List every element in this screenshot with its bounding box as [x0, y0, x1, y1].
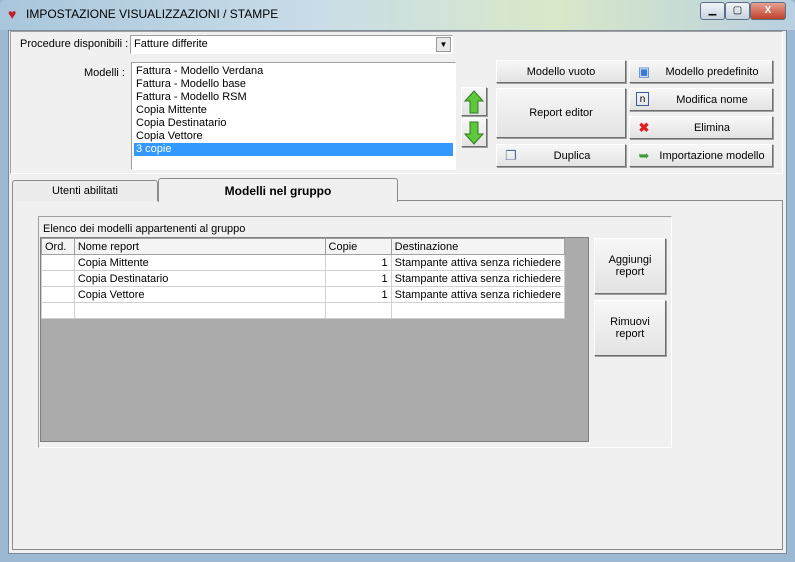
maximize-button[interactable]: ▢	[725, 2, 750, 20]
aggiungi-report-button[interactable]: Aggiungi report	[594, 238, 666, 294]
rimuovi-report-button[interactable]: Rimuovi report	[594, 300, 666, 356]
column-header[interactable]: Nome report	[73, 238, 326, 255]
tab-modelli-nel-gruppo[interactable]: Modelli nel gruppo	[158, 178, 398, 202]
close-button[interactable]: X	[750, 2, 786, 20]
models-table: Ord. Nome report Copie Destinazione Copi…	[41, 238, 566, 319]
cell-destinazione: Stampante attiva senza richiedere	[390, 286, 566, 303]
cell-ord	[41, 270, 75, 287]
table-header: Ord. Nome report Copie Destinazione	[41, 238, 566, 255]
modello-vuoto-button[interactable]: Modello vuoto	[496, 60, 626, 83]
cell-copie: 1	[324, 286, 392, 303]
list-item[interactable]: Copia Vettore	[134, 130, 453, 143]
title-bar: ♥ IMPOSTAZIONE VISUALIZZAZIONI / STAMPE …	[0, 0, 795, 30]
cell-destinazione: Stampante attiva senza richiedere	[390, 270, 566, 287]
table-row-empty[interactable]	[41, 302, 566, 319]
arrow-up-icon	[464, 89, 484, 113]
modifica-nome-button[interactable]: n Modifica nome	[629, 88, 773, 111]
move-down-button[interactable]	[461, 118, 487, 147]
minimize-button[interactable]: ▁	[700, 2, 725, 20]
cell-nome: Copia Destinatario	[73, 270, 326, 287]
list-item[interactable]: Copia Mittente	[134, 104, 453, 117]
cell-ord	[41, 254, 75, 271]
modelli-listbox[interactable]: Fattura - Modello Verdana Fattura - Mode…	[131, 62, 456, 170]
procedure-value: Fatture differite	[134, 38, 208, 50]
cell-ord	[41, 286, 75, 303]
importazione-modello-button[interactable]: ➥ Importazione modello	[629, 144, 773, 167]
column-header[interactable]: Copie	[324, 238, 392, 255]
cell-destinazione: Stampante attiva senza richiedere	[390, 254, 566, 271]
modelli-label: Modelli :	[84, 67, 125, 79]
cell-copie: 1	[324, 254, 392, 271]
cell-nome: Copia Vettore	[73, 286, 326, 303]
procedure-dropdown[interactable]: Fatture differite ▼	[130, 35, 453, 54]
cell-nome	[73, 302, 326, 319]
cell-copie: 1	[324, 270, 392, 287]
move-up-button[interactable]	[461, 87, 487, 116]
models-grid[interactable]: Ord. Nome report Copie Destinazione Copi…	[40, 237, 589, 442]
cell-destinazione	[390, 302, 566, 319]
cell-ord	[41, 302, 75, 319]
report-editor-button[interactable]: Report editor	[496, 88, 626, 138]
column-header[interactable]: Ord.	[41, 238, 75, 255]
database-add-icon: ▣	[637, 64, 651, 79]
procedure-label: Procedure disponibili :	[20, 38, 129, 50]
cell-copie	[324, 302, 392, 319]
list-item[interactable]: Fattura - Modello RSM	[134, 91, 453, 104]
list-item-selected[interactable]: 3 copie	[134, 143, 453, 156]
table-row[interactable]: Copia Vettore 1 Stampante attiva senza ric…	[41, 286, 566, 303]
duplica-button[interactable]: ❐ Duplica	[496, 144, 626, 167]
chevron-down-icon[interactable]: ▼	[436, 37, 451, 52]
modello-predefinito-button[interactable]: ▣ Modello predefinito	[629, 60, 773, 83]
delete-x-icon: ✖	[638, 120, 650, 135]
strawberry-app-icon: ♥	[8, 6, 17, 22]
group-title: Elenco dei modelli appartenenti al grupp…	[43, 223, 246, 235]
list-item[interactable]: Fattura - Modello base	[134, 78, 453, 91]
table-row[interactable]: Copia Mittente 1 Stampante attiva senza ri…	[41, 254, 566, 271]
table-row[interactable]: Copia Destinatario 1 Stampante attiva senz…	[41, 270, 566, 287]
window-title: IMPOSTAZIONE VISUALIZZAZIONI / STAMPE	[26, 7, 279, 21]
list-item[interactable]: Fattura - Modello Verdana	[134, 65, 453, 78]
tab-utenti-abilitati[interactable]: Utenti abilitati	[12, 180, 158, 201]
cell-nome: Copia Mittente	[73, 254, 326, 271]
arrow-down-icon	[464, 121, 484, 145]
column-header[interactable]: Destinazione	[390, 238, 566, 255]
rename-icon: n	[636, 92, 649, 106]
copy-icon: ❐	[505, 148, 517, 163]
list-item[interactable]: Copia Destinatario	[134, 117, 453, 130]
import-icon: ➥	[638, 148, 650, 163]
elimina-button[interactable]: ✖ Elimina	[629, 116, 773, 139]
